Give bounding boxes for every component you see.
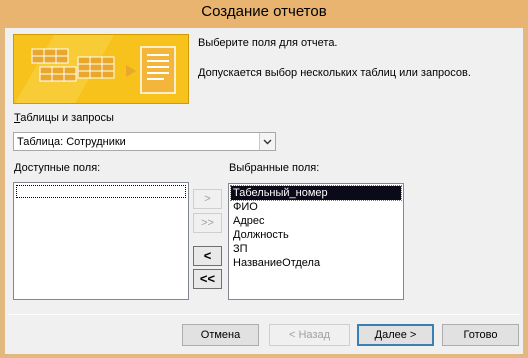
list-item[interactable]: Табельный_номер: [230, 185, 402, 201]
footer-divider: [8, 314, 520, 315]
report-wizard-window: Создание отчетов Выберите поля для отчет…: [0, 0, 528, 358]
finish-button[interactable]: Готово: [442, 324, 519, 346]
chevron-down-icon[interactable]: [259, 133, 275, 150]
dropdown-selected-value: Таблица: Сотрудники: [17, 135, 126, 148]
focus-rectangle: [16, 185, 186, 198]
wizard-banner-illustration: [13, 34, 189, 104]
tables-queries-label: Таблицы и запросы: [14, 112, 114, 124]
tables-label-text: аблицы и запросы: [20, 112, 114, 124]
add-all-fields-button[interactable]: >>: [193, 213, 222, 233]
list-item[interactable]: Должность: [231, 228, 401, 242]
back-button[interactable]: < Назад: [269, 324, 350, 346]
available-fields-label: Доступные поля:: [14, 162, 101, 174]
tables-queries-dropdown[interactable]: Таблица: Сотрудники: [13, 132, 276, 151]
instruction-text: Выберите поля для отчета.: [198, 37, 338, 49]
title-bar[interactable]: Создание отчетов: [0, 0, 528, 28]
remove-field-button[interactable]: <: [193, 246, 222, 266]
list-item[interactable]: НазваниеОтдела: [231, 256, 401, 270]
list-item[interactable]: Адрес: [231, 214, 401, 228]
wizard-body: Выберите поля для отчета. Допускается вы…: [5, 28, 523, 354]
list-item[interactable]: ФИО: [231, 200, 401, 214]
cancel-button[interactable]: Отмена: [182, 324, 259, 346]
hint-text: Допускается выбор нескольких таблиц или …: [198, 67, 471, 79]
list-item[interactable]: ЗП: [231, 242, 401, 256]
selected-fields-label: Выбранные поля:: [229, 162, 320, 174]
report-wizard-icon: [14, 35, 188, 103]
add-field-button[interactable]: >: [193, 189, 222, 209]
next-button[interactable]: Далее >: [357, 324, 434, 346]
selected-fields-list[interactable]: Табельный_номер ФИО Адрес Должность ЗП Н…: [228, 183, 404, 300]
available-fields-list[interactable]: [13, 182, 189, 300]
window-title: Создание отчетов: [201, 3, 327, 20]
remove-all-fields-button[interactable]: <<: [193, 269, 222, 289]
